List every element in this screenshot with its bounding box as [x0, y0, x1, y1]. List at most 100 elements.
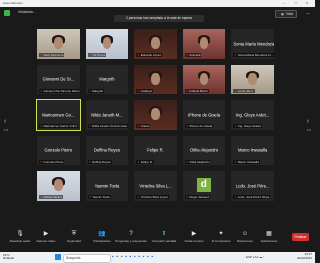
participant-tile[interactable]: d ✕Diego Vazquez: [181, 170, 227, 202]
participant-name-label: ✕iPhone de Gisela: [184, 124, 214, 128]
taskbar-search-input[interactable]: Búsqueda: [63, 254, 111, 263]
participant-name-label: ✕Sonia María Mendoza Ar...: [233, 53, 274, 57]
participant-tile[interactable]: Giovanni De Si... ✕Giovanni De Simone Mar…: [36, 63, 81, 95]
participant-name-label: ✕Giovanni De Simone Marin...: [39, 88, 81, 93]
muted-mic-icon: ✕: [137, 88, 140, 93]
participant-tile[interactable]: Sonia María Mendoza ✕Sonia María Mendoza …: [230, 28, 275, 60]
grid-icon: ▦: [280, 12, 284, 16]
participant-tile[interactable]: iPhone de Gisela ✕iPhone de Gisela: [181, 99, 227, 131]
muted-mic-icon: ✕: [40, 195, 43, 199]
participant-tile[interactable]: ✕cataleya: [133, 63, 178, 95]
muted-mic-icon: ✕: [137, 124, 140, 128]
participant-name-text: Lucía del C.: [237, 88, 254, 93]
muted-mic-icon: ✕: [88, 53, 92, 57]
participant-name-text: Ariana: [140, 124, 150, 128]
waiting-room-banner[interactable]: 2 personas han aceptado a la sala de esp…: [114, 15, 204, 22]
participant-tile[interactable]: Margoth ✕Margoth: [84, 63, 130, 95]
participant-display-name: Lcdo. José Pére...: [235, 183, 270, 189]
participant-tile[interactable]: ✕Graciela: [181, 28, 227, 60]
toolbar-button-label: Aplicaciones: [260, 239, 278, 243]
muted-mic-icon: ✕: [88, 124, 92, 128]
participant-name-label: ✕Diego Vazquez: [184, 195, 211, 199]
taskbar-pinned-apps[interactable]: ▪▪▪▪▪▪▪▪▪▪: [112, 254, 156, 260]
muted-mic-icon: ✕: [40, 124, 43, 128]
participant-name-label: ✕Marco Irwasalla: [233, 159, 260, 164]
participant-tile[interactable]: Yasmin Tovla ✕Yasmin Tovla: [84, 170, 130, 202]
participant-display-name: Felipe R.: [147, 147, 164, 153]
toolbar-button-label: Compartir pantalla: [151, 239, 177, 243]
muted-mic-icon: ✕: [137, 53, 140, 57]
toolbar-button-label: Preguntas y respuestas: [115, 239, 147, 243]
participant-name-text: Yul Torres: [92, 53, 106, 57]
participant-tile[interactable]: ✕Rafael Molina: [36, 170, 81, 202]
meeting-toolbar: Finalizar 🎙 Reactivar audio ▶ Detener video…: [0, 228, 315, 252]
window-controls[interactable]: — ☐ ✕: [282, 0, 312, 7]
participant-avatar: d: [196, 178, 211, 192]
participant-display-name: Ing. Gleys Ardet...: [236, 112, 270, 118]
toolbar-button-qa[interactable]: ? Preguntas y respuestas: [114, 230, 148, 243]
weather-desc: Nublado: [3, 256, 15, 260]
participant-name-text: Vrnielna Silva Lopez: [140, 195, 168, 199]
minimize-button[interactable]: —: [306, 10, 310, 15]
participant-display-name: Giovanni De Si...: [42, 76, 74, 82]
participant-name-label: ✕Felipe R.: [136, 159, 154, 164]
participant-name-text: Otilia Alejandro: [189, 159, 210, 164]
clock-date: 22/02/2024: [296, 255, 312, 260]
participant-tile[interactable]: Vrnielna Silva L... ✕Vrnielna Silva Lopez: [133, 170, 178, 202]
muted-mic-icon: ✕: [234, 88, 237, 93]
participant-name-label: ✕Fabiola Barón: [184, 88, 209, 93]
participant-tile[interactable]: Delfina Reyes ✕Delfina Reyes: [84, 134, 130, 166]
participant-display-name: iPhone de Gisela: [188, 112, 221, 118]
weather-widget[interactable]: 19°C Nublado: [3, 253, 15, 261]
participant-name-label: ✕Vrnielna Silva Lopez: [136, 195, 169, 199]
taskbar-clock[interactable]: 19:37 22/02/2024: [296, 252, 312, 260]
participant-tile[interactable]: Nilda Janeth M... ✕Nilda Janeth Victoria …: [84, 99, 130, 131]
end-meeting-button[interactable]: Finalizar: [292, 233, 309, 241]
previous-page-arrow-icon[interactable]: ‹: [4, 118, 6, 125]
participant-tile[interactable]: Lcdo. José Pére... ✕Lcdo. José Pérez Obpa: [230, 170, 275, 202]
muted-mic-icon: ✕: [234, 195, 237, 199]
windows-start-icon[interactable]: [55, 254, 61, 260]
participant-name-text: Graciela: [189, 53, 201, 57]
toolbar-button-apps[interactable]: ▦ Aplicaciones: [252, 230, 286, 243]
participant-name-text: Marco Irwasalla: [237, 159, 259, 164]
participant-tile[interactable]: ✕Nelly Espinoza: [36, 28, 81, 60]
participant-tile[interactable]: ✕Fabiola Barón: [181, 63, 227, 95]
participant-tile[interactable]: ✕Eduardo López: [133, 28, 178, 60]
participant-name-text: Maricarmen Gabor Ortizz: [43, 124, 78, 128]
participant-name-text: Giovanni De Simone Marin...: [43, 88, 81, 93]
participant-tile[interactable]: Maricarmen Go... ✕Maricarmen Gabor Ortizz: [36, 99, 81, 131]
muted-mic-icon: ✕: [40, 88, 43, 93]
participant-tile[interactable]: Marco Irwasalla ✕Marco Irwasalla: [230, 134, 275, 166]
participant-name-text: Yasmin Tovla: [92, 195, 110, 199]
participant-name-label: ✕Ing. Gleys Ardeta: [233, 124, 262, 128]
participant-tile[interactable]: ✕Ariana: [133, 99, 178, 131]
muted-mic-icon: ✕: [137, 159, 140, 164]
participant-display-name: Gonzalo Pietro: [44, 147, 73, 153]
apps-icon: ▦: [266, 231, 272, 237]
participant-name-text: Nilda Janeth Victoria stuta: [92, 124, 127, 128]
participant-tile[interactable]: ✕Lucía del C.: [230, 63, 275, 95]
muted-mic-icon: ✕: [185, 88, 189, 93]
participant-name-text: cataleya: [140, 88, 152, 93]
system-tray[interactable]: ESP LAA ☁ ♪: [246, 255, 264, 259]
participant-tile[interactable]: ✕Yul Torres: [84, 28, 130, 60]
participant-tile[interactable]: Felipe R. ✕Felipe R.: [133, 134, 178, 166]
participant-name-label: ✕Rafael Molina: [39, 195, 63, 199]
participant-tile[interactable]: Gonzalo Pietro ✕Gonzalo Pietro: [36, 134, 81, 166]
participant-name-label: ✕Delfina Reyes: [87, 159, 112, 164]
toolbar-button-share-screen[interactable]: ⬆ Compartir pantalla: [147, 230, 181, 243]
participant-name-text: Margoth: [92, 88, 104, 93]
participant-tile[interactable]: Otilia Alejandro ✕Otilia Alejandro: [181, 134, 227, 166]
window-title: Zoom Reunión: [3, 1, 23, 5]
view-button[interactable]: ▦ Vista: [274, 10, 297, 18]
participant-name-text: Sonia María Mendoza Ar...: [237, 53, 274, 57]
security-shield-icon[interactable]: [4, 10, 10, 16]
muted-mic-icon: ✕: [185, 53, 189, 57]
next-page-arrow-icon[interactable]: ›: [307, 118, 309, 125]
muted-mic-icon: ✕: [88, 88, 92, 93]
participant-name-label: ✕Nilda Janeth Victoria stuta: [87, 124, 128, 128]
participant-name-label: ✕Yul Torres: [87, 53, 107, 57]
participant-name-text: Eduardo López: [140, 53, 162, 57]
participant-tile[interactable]: Ing. Gleys Ardet... ✕Ing. Gleys Ardeta: [230, 99, 275, 131]
